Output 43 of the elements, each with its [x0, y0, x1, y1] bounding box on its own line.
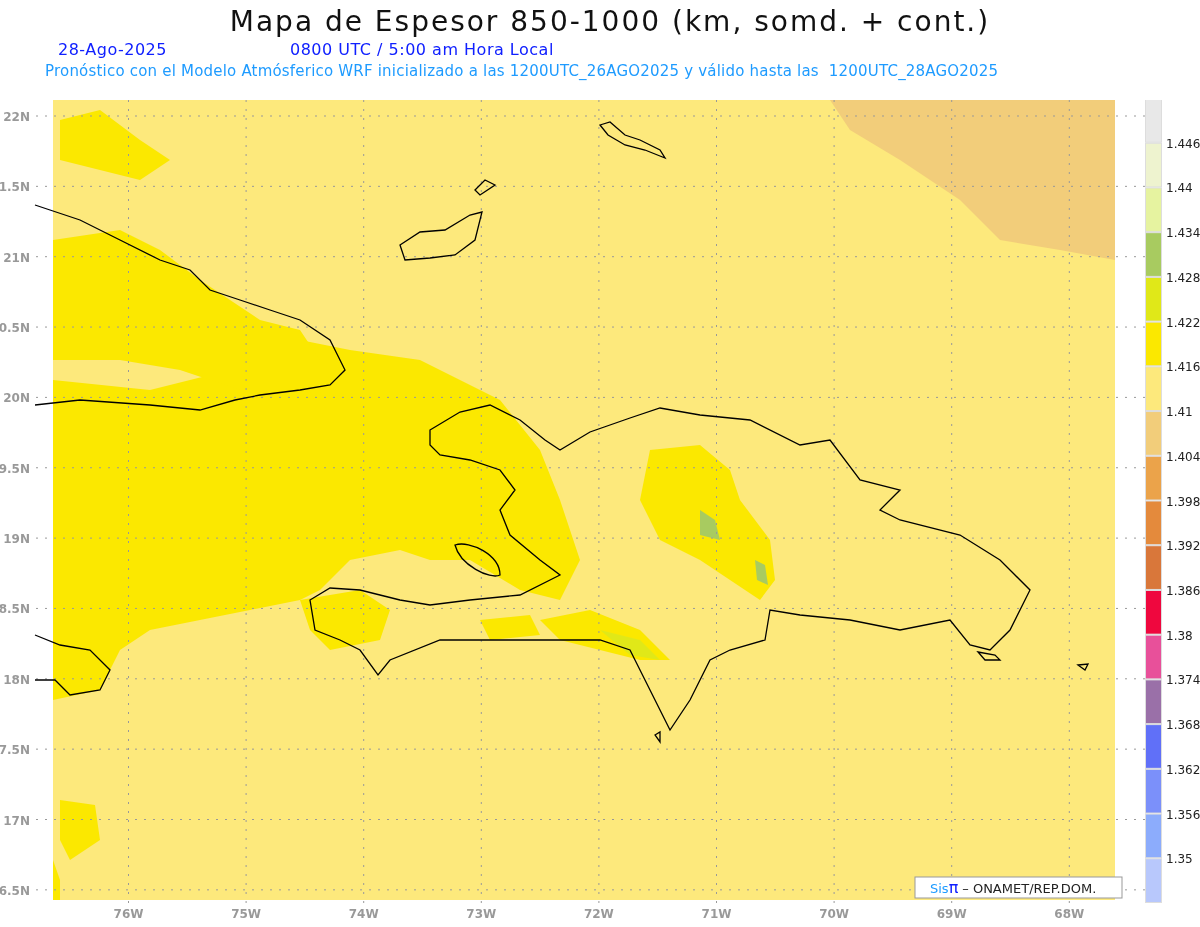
colorbar-label: 1.386 [1166, 583, 1200, 598]
longitude-label: 68W [1054, 907, 1085, 921]
latitude-label: 20N [3, 391, 30, 406]
latitude-label: 6.5N [0, 883, 30, 898]
colorbar-label: 1.416 [1166, 360, 1200, 375]
colorbar-label: 1.398 [1166, 494, 1200, 509]
colorbar-label: 1.38 [1166, 628, 1193, 643]
latitude-label: 9.5N [0, 461, 30, 476]
map-title: Mapa de Espesor 850-1000 (km, somd. + cont.) [228, 4, 992, 40]
latitude-label: 18N [3, 672, 30, 687]
colorbar-label: 1.362 [1166, 762, 1200, 777]
date-text: 28-Ago-2025 [58, 40, 168, 60]
longitude-label: 69W [936, 907, 967, 921]
time-text: 0800 UTC / 5:00 am Hora Local [290, 40, 554, 60]
colorbar-label: 1.356 [1166, 807, 1200, 822]
colorbar-label: 1.368 [1166, 718, 1200, 733]
colorbar-label: 1.374 [1166, 673, 1200, 688]
colorbar-label: 1.428 [1166, 270, 1200, 285]
longitude-label: 76W [113, 907, 144, 921]
colorbar-label: 1.434 [1166, 226, 1200, 241]
colorbar-label: 1.446 [1166, 136, 1200, 151]
credit-label: Sisπ – ONAMET/REP.DOM. [914, 876, 1123, 899]
colorbar-label: 1.422 [1166, 315, 1200, 330]
latitude-label: 8.5N [0, 602, 30, 617]
latitude-label: 1.5N [0, 180, 30, 195]
colorbar-label: 1.35 [1166, 852, 1193, 867]
forecast-text: Pronóstico con el Modelo Atmósferico WRF inicializado a las 1200UTC_26AGO2025 y válido hasta las 1200UTC_28AGO2025 [45, 61, 1000, 82]
latitude-label: 0.5N [0, 321, 30, 336]
colorbar-label: 1.404 [1166, 449, 1200, 464]
longitude-label: 70W [819, 907, 850, 921]
longitude-label: 73W [466, 907, 497, 921]
latitude-label: 22N [3, 110, 30, 124]
colorbar-label: 1.392 [1166, 539, 1200, 554]
colorbar-label: 1.41 [1166, 405, 1193, 420]
latitude-label: 17N [3, 813, 30, 828]
longitude-label: 72W [583, 907, 614, 921]
latitude-label: 19N [3, 532, 30, 547]
longitude-label: 74W [348, 907, 379, 921]
longitude-label: 75W [231, 907, 262, 921]
latitude-label: 7.5N [0, 743, 30, 758]
longitude-label: 71W [701, 907, 732, 921]
colorbar-label: 1.44 [1166, 181, 1193, 196]
latitude-label: 21N [3, 250, 30, 265]
